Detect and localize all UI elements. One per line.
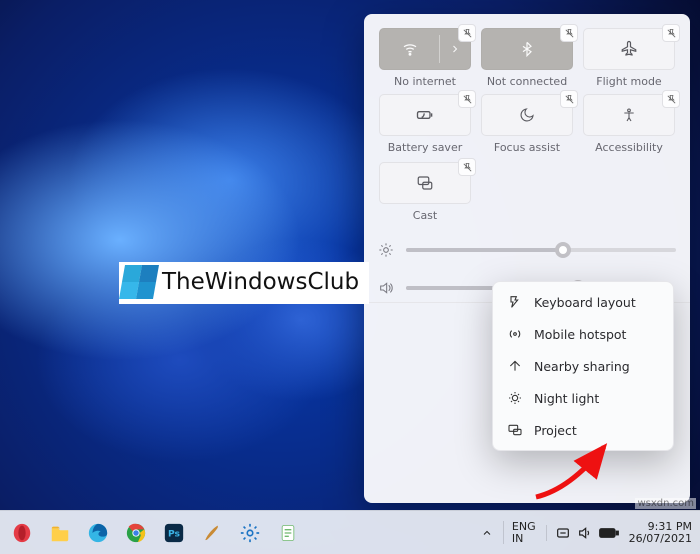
taskbar-chrome[interactable] — [122, 519, 150, 547]
tile-accessibility: Accessibility — [582, 94, 676, 154]
tile-cast: Cast — [378, 162, 472, 222]
taskbar-app-brush[interactable] — [198, 519, 226, 547]
battery-saver-icon — [415, 105, 435, 125]
unpin-icon — [666, 28, 677, 39]
taskbar-clock[interactable]: 9:31 PM 26/07/2021 — [629, 521, 692, 544]
taskbar-right: ENG IN 9:31 PM 26/07/2021 — [481, 521, 700, 544]
taskbar-explorer[interactable] — [46, 519, 74, 547]
lang-line2: IN — [512, 533, 536, 545]
wifi-icon — [401, 40, 419, 58]
watermark-text: TheWindowsClub — [162, 269, 359, 295]
taskbar-app-doc[interactable] — [274, 519, 302, 547]
volume-icon — [378, 280, 394, 296]
accessibility-icon — [621, 107, 637, 123]
moon-icon — [519, 107, 535, 123]
taskbar-photoshop[interactable]: Ps — [160, 519, 188, 547]
keyboard-layout-icon — [507, 294, 523, 310]
unpin-icon — [462, 28, 473, 39]
unpin-icon — [564, 94, 575, 105]
unpin-flight[interactable] — [662, 24, 680, 42]
unpin-accessibility[interactable] — [662, 90, 680, 108]
add-item-mobile-hotspot[interactable]: Mobile hotspot — [493, 318, 673, 350]
add-item-project[interactable]: Project — [493, 414, 673, 446]
source-watermark: wsxdn.com — [635, 498, 696, 509]
taskbar-left: Ps — [0, 519, 481, 547]
lang-line1: ENG — [512, 521, 536, 533]
taskbar-app-settings[interactable] — [236, 519, 264, 547]
taskbar: Ps ENG IN 9:31 PM 26/07/2021 — [0, 510, 700, 554]
cast-icon — [416, 174, 434, 192]
tile-label: Battery saver — [388, 141, 462, 154]
menu-label: Night light — [534, 391, 599, 406]
tile-battery-saver: Battery saver — [378, 94, 472, 154]
hotspot-icon — [507, 326, 523, 342]
menu-label: Project — [534, 423, 577, 438]
unpin-wifi[interactable] — [458, 24, 476, 42]
brightness-thumb[interactable] — [555, 242, 571, 258]
unpin-focus[interactable] — [560, 90, 578, 108]
menu-label: Nearby sharing — [534, 359, 630, 374]
tile-label: Not connected — [487, 75, 567, 88]
nearby-share-icon — [507, 358, 523, 374]
svg-text:Ps: Ps — [168, 528, 181, 539]
add-item-keyboard-layout[interactable]: Keyboard layout — [493, 286, 673, 318]
brightness-icon — [378, 242, 394, 258]
tile-wifi: No internet — [378, 28, 472, 88]
clock-date: 26/07/2021 — [629, 533, 692, 545]
brightness-slider[interactable] — [378, 242, 676, 258]
unpin-bluetooth[interactable] — [560, 24, 578, 42]
tray-overflow[interactable] — [481, 527, 493, 539]
tile-label: Cast — [413, 209, 437, 222]
tray-battery-icon — [599, 527, 619, 539]
system-tray[interactable] — [546, 525, 619, 541]
chevron-right-icon — [449, 43, 461, 55]
tile-bluetooth: Not connected — [480, 28, 574, 88]
watermark: TheWindowsClub — [119, 262, 369, 304]
unpin-icon — [564, 28, 575, 39]
taskbar-edge[interactable] — [84, 519, 112, 547]
clock-time: 9:31 PM — [629, 521, 692, 533]
airplane-icon — [620, 40, 638, 58]
unpin-icon — [666, 94, 677, 105]
tile-focus-assist: Focus assist — [480, 94, 574, 154]
taskbar-opera[interactable] — [8, 519, 36, 547]
tile-flight-mode: Flight mode — [582, 28, 676, 88]
unpin-battery[interactable] — [458, 90, 476, 108]
tray-volume-icon — [577, 525, 593, 541]
tile-label: Focus assist — [494, 141, 560, 154]
tile-label: Accessibility — [595, 141, 663, 154]
tray-network-icon — [555, 525, 571, 541]
tile-label: Flight mode — [596, 75, 661, 88]
wifi-expand[interactable] — [440, 43, 470, 55]
add-item-night-light[interactable]: Night light — [493, 382, 673, 414]
watermark-logo-icon — [119, 265, 159, 299]
tile-label: No internet — [394, 75, 456, 88]
unpin-icon — [462, 94, 473, 105]
project-icon — [507, 422, 523, 438]
night-light-icon — [507, 390, 523, 406]
quick-settings-row3: Cast — [364, 156, 690, 222]
language-indicator[interactable]: ENG IN — [503, 521, 536, 544]
bluetooth-icon — [519, 41, 535, 57]
unpin-icon — [462, 162, 473, 173]
add-menu: Keyboard layout Mobile hotspot Nearby sh… — [492, 281, 674, 451]
menu-label: Keyboard layout — [534, 295, 636, 310]
unpin-cast[interactable] — [458, 158, 476, 176]
menu-label: Mobile hotspot — [534, 327, 626, 342]
add-item-nearby-sharing[interactable]: Nearby sharing — [493, 350, 673, 382]
quick-settings-tiles: No internet Not connected Flight mode Ba… — [364, 14, 690, 156]
brightness-track[interactable] — [406, 248, 676, 252]
